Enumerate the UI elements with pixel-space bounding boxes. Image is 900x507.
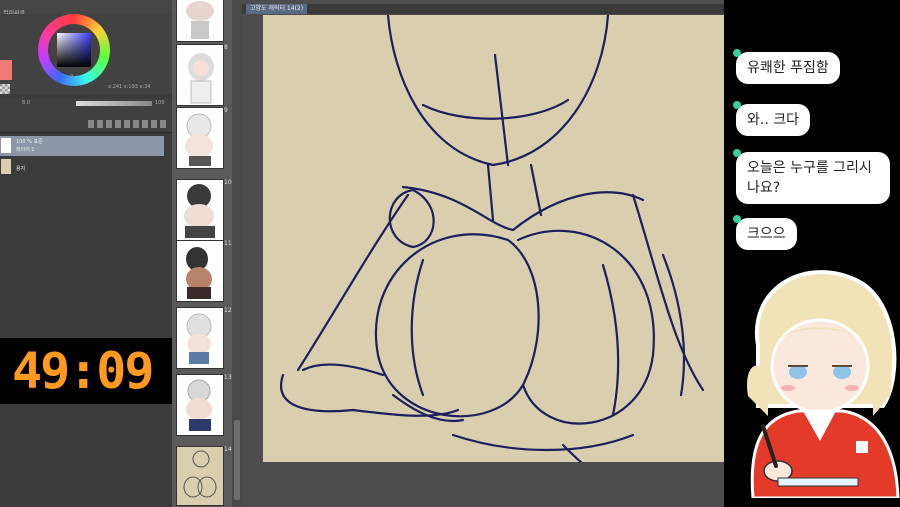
right-breast-inner <box>601 263 620 417</box>
color-wheel[interactable] <box>38 14 110 86</box>
chat-message-text: 크으으 <box>747 226 786 242</box>
page-number: 8 <box>224 44 228 51</box>
chat-dot-icon <box>733 215 741 223</box>
page-number: 9 <box>224 107 228 114</box>
layer-thumbnail <box>1 138 11 153</box>
character-thumbnail-icon <box>186 1 214 39</box>
document-tabbar: 고양도 캐릭터 14(2) <box>242 4 724 14</box>
chat-message-text: 오늘은 누구를 그리시나요? <box>747 160 872 196</box>
layer-name: 레이어 1 <box>16 147 35 153</box>
timer-overlay: 49:09 <box>0 338 172 404</box>
shoulder-left <box>296 193 410 372</box>
main-color-swatch[interactable] <box>0 60 12 80</box>
sketch-drawing <box>280 13 705 464</box>
brush-size-value[interactable]: 8.0 <box>22 100 30 106</box>
chat-dot-icon <box>733 49 741 57</box>
arm-stroke <box>280 373 460 417</box>
chat-dot-icon <box>733 101 741 109</box>
scroll-thumb[interactable] <box>234 420 240 500</box>
opacity-slider[interactable] <box>76 101 152 106</box>
layer-label: 100 % 표준 <box>16 139 43 145</box>
wheel-value: 0 <box>70 74 74 80</box>
chat-message: 크으으 <box>733 215 797 250</box>
page-thumbnail[interactable] <box>176 44 224 106</box>
shoulder-line <box>401 185 645 232</box>
page-number: 10 <box>224 179 232 186</box>
torso-bottom <box>451 433 635 452</box>
page-thumbnail-strip: 8 9 10 11 12 13 14 <box>172 0 232 507</box>
character-thumbnail-icon <box>186 247 212 299</box>
chat-message: 와.. 크다 <box>733 101 810 136</box>
page-number: 13 <box>224 374 232 381</box>
page-thumbnail[interactable] <box>176 0 224 42</box>
page-thumbnail[interactable] <box>176 240 224 302</box>
left-breast <box>375 233 540 418</box>
document-tab[interactable]: 고양도 캐릭터 14(2) <box>246 4 308 14</box>
page-thumbnail[interactable] <box>176 107 224 169</box>
layer-row-1[interactable]: 100 % 표준 레이어 1 <box>0 136 164 156</box>
hand-stroke <box>391 393 465 423</box>
page-thumbnail[interactable] <box>176 374 224 436</box>
chat-message-text: 유쾌한 푸짐함 <box>747 60 829 76</box>
layer-toolbar: 8.0 100 <box>0 98 172 133</box>
neck-left <box>486 163 495 222</box>
arm-stroke-2 <box>301 363 385 377</box>
shoulder-right <box>631 193 705 392</box>
chat-message-text: 와.. 크다 <box>747 112 799 128</box>
chat-message: 유쾌한 푸짐함 <box>733 49 840 84</box>
page-number: 11 <box>224 240 232 247</box>
layer-tool-icons[interactable] <box>88 120 168 128</box>
saturation-value-square[interactable] <box>57 33 91 67</box>
layer-row-paper[interactable]: 용지 <box>0 157 164 177</box>
opacity-value: 100 <box>155 100 165 106</box>
drawing-canvas[interactable] <box>263 13 724 464</box>
layer-label: 용지 <box>16 166 26 172</box>
face-center-line <box>493 53 510 167</box>
character-thumbnail-icon <box>188 53 214 104</box>
left-panel: 컬러써클 0 x:241 x:193 x:34 8.0 100 100 % 표준… <box>0 0 172 507</box>
canvas-area: 고양도 캐릭터 14(2) <box>242 0 724 507</box>
character-thumbnail-icon <box>186 379 212 431</box>
character-thumbnail-icon <box>185 113 213 166</box>
left-breast-inner <box>410 258 425 397</box>
sketch-thumbnail-icon <box>183 450 217 498</box>
page-thumbnail[interactable] <box>176 307 224 369</box>
thumbnail-scrollbar[interactable] <box>232 0 242 507</box>
streamer-avatar-icon <box>747 270 900 498</box>
chat-message: 오늘은 누구를 그리시나요? <box>733 149 890 204</box>
paper-thumbnail <box>1 159 11 174</box>
chat-dot-icon <box>733 149 741 157</box>
page-thumbnail[interactable] <box>176 179 224 241</box>
page-number: 12 <box>224 307 232 314</box>
color-readout: x:241 x:193 x:34 <box>108 84 151 90</box>
timer-value: 49:09 <box>12 342 155 400</box>
transparent-color-swatch[interactable] <box>0 84 10 94</box>
character-thumbnail-icon <box>184 184 215 238</box>
page-thumbnail-current[interactable] <box>176 446 224 506</box>
head-stroke <box>386 13 610 167</box>
chat-overlay: 유쾌한 푸짐함 와.. 크다 오늘은 누구를 그리시나요? 크으으 <box>724 0 900 507</box>
page-number: 14 <box>224 446 232 453</box>
left-shoulder-joint <box>388 188 435 249</box>
color-wheel-area: 0 x:241 x:193 x:34 <box>0 14 172 94</box>
color-panel-header: 컬러써클 <box>0 0 172 17</box>
neck-right <box>529 163 543 217</box>
face-line <box>421 98 570 120</box>
character-thumbnail-icon <box>186 313 212 364</box>
